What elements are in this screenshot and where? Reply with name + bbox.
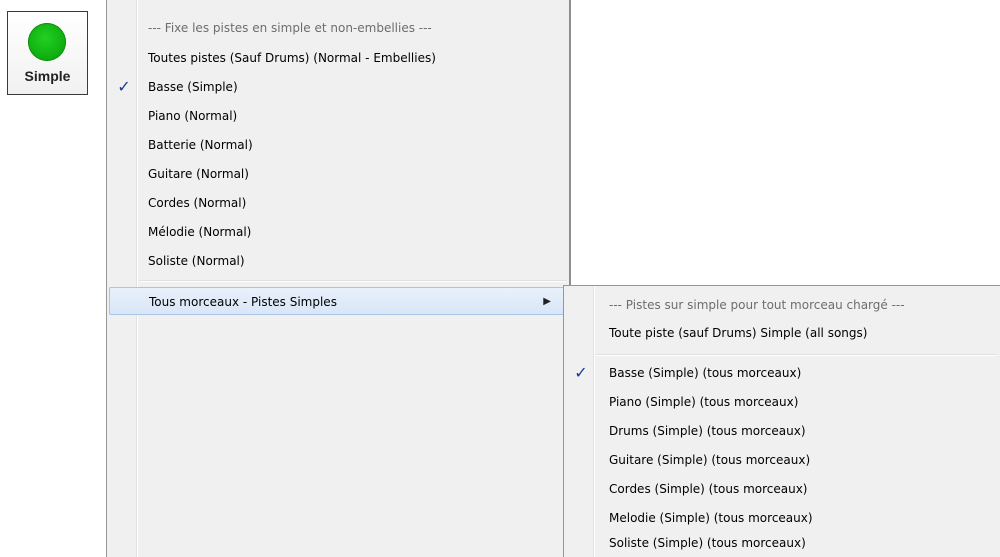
menu-item-tous-morceaux[interactable]: Tous morceaux - Pistes Simples ▶ (109, 287, 566, 315)
menu-item-basse[interactable]: ✓ Basse (Simple) (109, 73, 566, 101)
submenu-item-basse[interactable]: ✓ Basse (Simple) (tous morceaux) (566, 359, 997, 387)
menu-item-melodie[interactable]: Mélodie (Normal) (109, 218, 566, 246)
submenu-item-piano[interactable]: Piano (Simple) (tous morceaux) (566, 388, 997, 416)
submenu-item-drums[interactable]: Drums (Simple) (tous morceaux) (566, 417, 997, 445)
submenu: --- Pistes sur simple pour tout morceau … (563, 285, 1000, 557)
context-menu: --- Fixe les pistes en simple et non-emb… (106, 0, 569, 557)
submenu-header: --- Pistes sur simple pour tout morceau … (609, 298, 905, 312)
submenu-item-all-tracks-simple[interactable]: Toute piste (sauf Drums) Simple (all son… (566, 319, 997, 347)
simple-button[interactable]: Simple (7, 11, 88, 95)
submenu-arrow-icon: ▶ (543, 296, 551, 307)
menu-item-batterie[interactable]: Batterie (Normal) (109, 131, 566, 159)
submenu-item-soliste[interactable]: Soliste (Simple) (tous morceaux) (566, 529, 997, 557)
submenu-item-melodie[interactable]: Melodie (Simple) (tous morceaux) (566, 504, 997, 532)
menu-separator (139, 280, 566, 282)
menu-item-piano[interactable]: Piano (Normal) (109, 102, 566, 130)
submenu-separator (596, 354, 997, 356)
simple-button-label: Simple (24, 68, 71, 84)
checkmark-icon: ✓ (117, 77, 131, 96)
menu-item-cordes[interactable]: Cordes (Normal) (109, 189, 566, 217)
menu-header: --- Fixe les pistes en simple et non-emb… (148, 21, 432, 35)
menu-item-all-tracks-normal[interactable]: Toutes pistes (Sauf Drums) (Normal - Emb… (109, 44, 566, 72)
menu-item-guitare[interactable]: Guitare (Normal) (109, 160, 566, 188)
menu-item-soliste[interactable]: Soliste (Normal) (109, 247, 566, 275)
submenu-item-cordes[interactable]: Cordes (Simple) (tous morceaux) (566, 475, 997, 503)
checkmark-icon: ✓ (574, 363, 588, 382)
green-circle-icon (28, 23, 66, 61)
submenu-item-guitare[interactable]: Guitare (Simple) (tous morceaux) (566, 446, 997, 474)
